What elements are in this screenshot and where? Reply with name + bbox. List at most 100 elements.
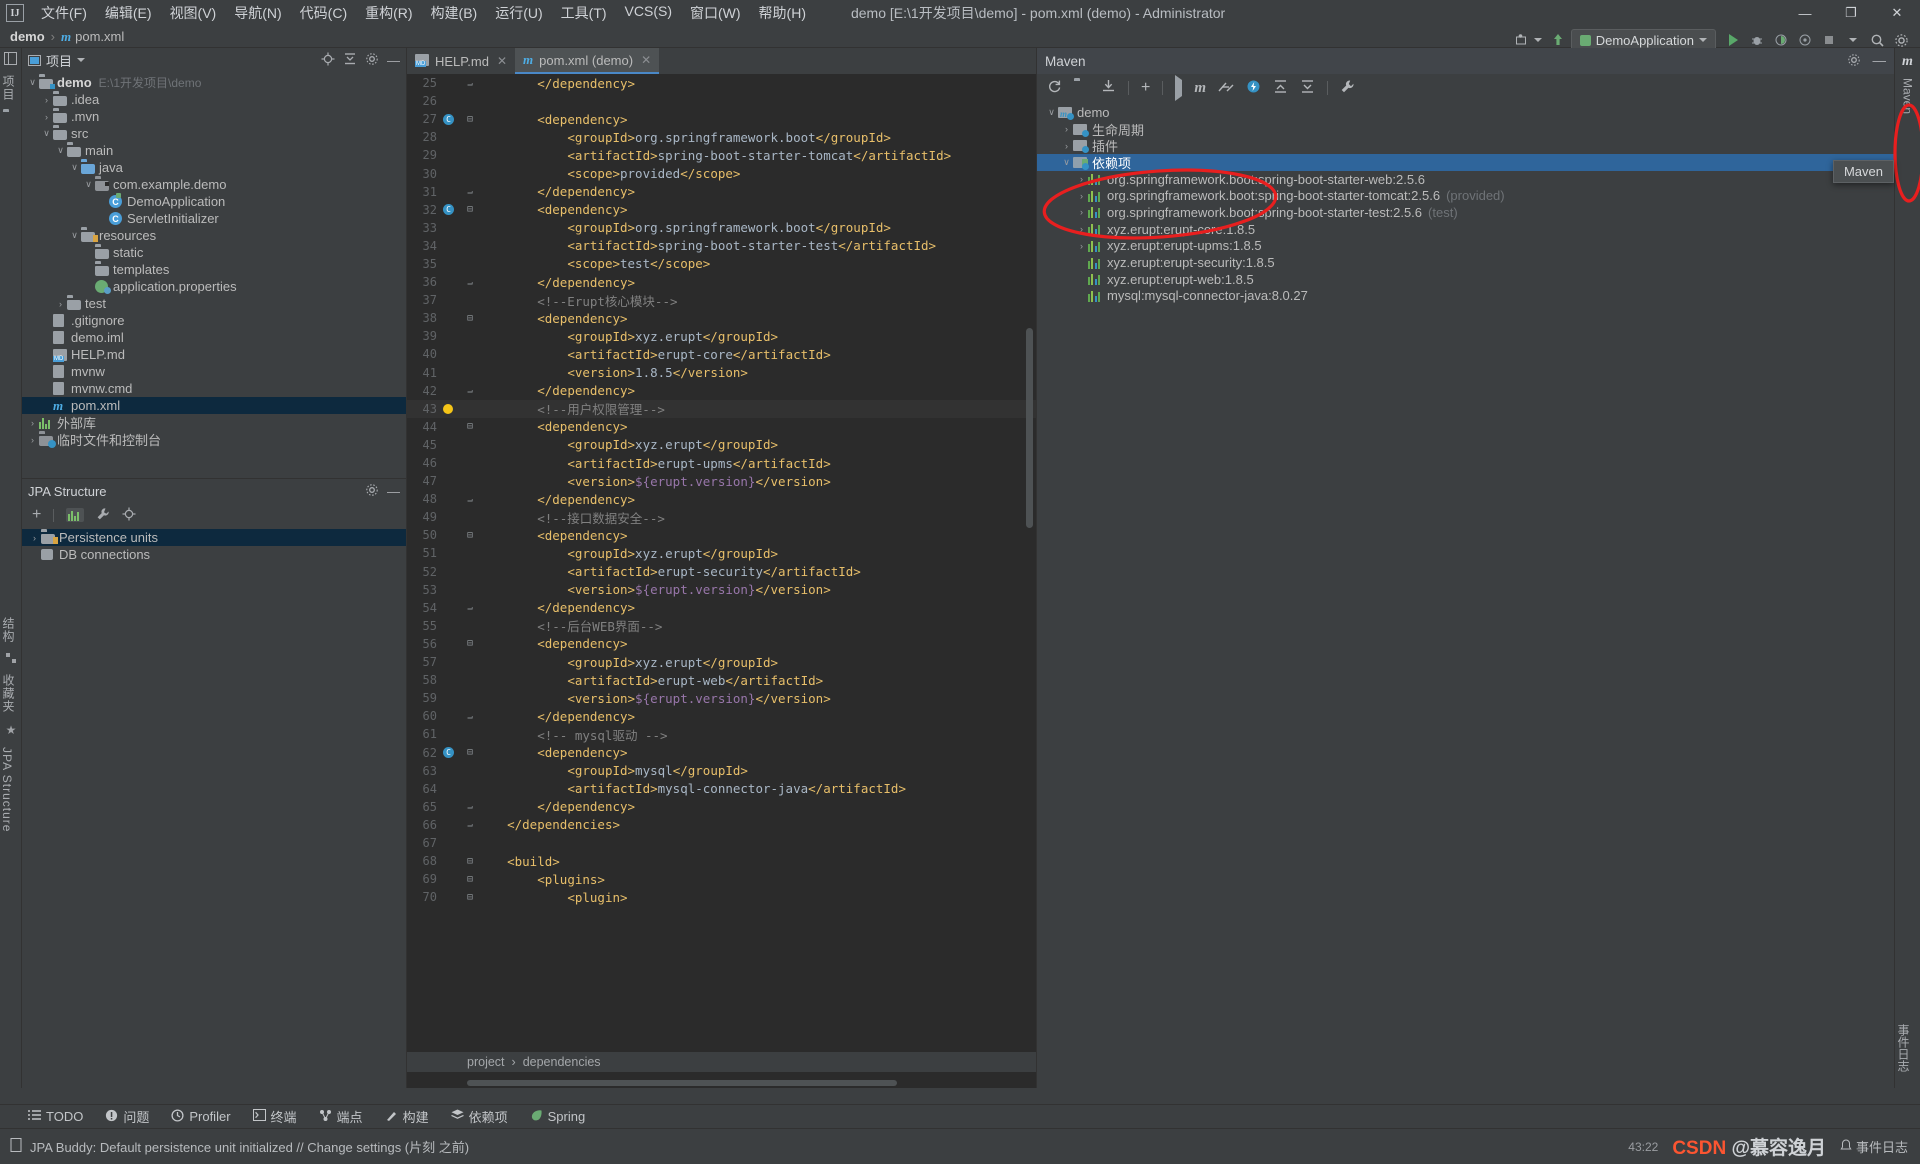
bottom-bar-item-6[interactable]: 依赖项 [450,1107,508,1126]
stripe-label-structure[interactable]: 结构 [0,611,17,649]
gutter-marks[interactable]: ⨼ [441,385,477,396]
close-tab-icon[interactable]: ✕ [641,53,651,67]
project-tree-item[interactable]: ∨ demo E:\1开发项目\demo [22,74,406,91]
chevron-right-icon[interactable]: › [1075,224,1088,234]
project-tree-item[interactable]: ›mpom.xml [22,397,406,414]
code-line[interactable]: 41 <version>1.8.5</version> [407,364,1036,382]
jpa-hide-panel-icon[interactable]: — [387,484,400,499]
bottom-bar-item-4[interactable]: 端点 [319,1107,363,1126]
maven-m-icon[interactable]: m [1194,80,1206,97]
code-line[interactable]: 69 ⊟ <plugins> [407,870,1036,888]
add-icon[interactable]: + [32,506,41,524]
code-line[interactable]: 59 <version>${erupt.version}</version> [407,689,1036,707]
code-line[interactable]: 53 <version>${erupt.version}</version> [407,581,1036,599]
menu-item-1[interactable]: 编辑(E) [96,0,161,26]
spring-bean-icon[interactable]: C [443,204,454,216]
download-sources-icon[interactable] [1101,79,1116,97]
maven-tree-item[interactable]: › org.springframework.boot:spring-boot-st… [1037,187,1894,204]
fold-end-icon[interactable]: ⨼ [467,277,473,288]
maven-tree-item[interactable]: ›xyz.erupt:erupt-security:1.8.5 [1037,254,1894,271]
gutter-marks[interactable]: ⨼ [441,78,477,89]
chevron-right-icon[interactable]: › [54,299,67,309]
jpa-settings-gear-icon[interactable] [365,483,379,500]
gutter-marks[interactable]: ⨼ [441,801,477,812]
fold-end-icon[interactable]: ⨼ [467,819,473,830]
code-line[interactable]: 40 <artifactId>erupt-core</artifactId> [407,345,1036,363]
code-line[interactable]: 68 ⊟ <build> [407,852,1036,870]
chevron-down-icon[interactable]: ∨ [82,179,95,190]
run-maven-goal-icon[interactable] [1175,75,1183,101]
chevron-right-icon[interactable]: › [26,435,39,445]
menu-item-9[interactable]: VCS(S) [616,0,681,26]
breadcrumb-project-element[interactable]: project [467,1055,505,1069]
gutter-marks[interactable]: ⨼ [441,819,477,830]
execute-maven-goal-icon[interactable] [1246,79,1261,97]
hide-panel-icon[interactable]: — [387,53,400,68]
code-line[interactable]: 51 <groupId>xyz.erupt</groupId> [407,544,1036,562]
editor-tab-0[interactable]: HELP.md ✕ [407,48,516,74]
chevron-down-icon[interactable]: ∨ [54,145,67,156]
project-tree-item[interactable]: › .idea [22,91,406,108]
project-tree-item[interactable]: ›mvnw [22,363,406,380]
maven-m-icon[interactable]: m [1902,54,1913,70]
project-tree-item[interactable]: ∨ java [22,159,406,176]
chevron-down-icon[interactable] [77,58,86,62]
menu-item-3[interactable]: 导航(N) [225,0,290,26]
gutter-marks[interactable]: ⨼ [441,494,477,505]
project-tree-item[interactable]: ›templates [22,261,406,278]
code-line[interactable]: 29 <artifactId>spring-boot-starter-tomca… [407,146,1036,164]
chevron-right-icon[interactable]: › [1060,141,1073,151]
maximize-button[interactable]: ❐ [1828,0,1874,26]
bottom-bar-item-5[interactable]: 构建 [385,1107,429,1126]
project-tree-item[interactable]: ›CDemoApplication [22,193,406,210]
maven-tree-item[interactable]: › org.springframework.boot:spring-boot-st… [1037,171,1894,188]
stripe-label-favorites[interactable]: 收藏夹 [0,668,17,719]
event-log-button[interactable]: 事件日志 [1840,1137,1908,1156]
code-line[interactable]: 38 ⊟ <dependency> [407,309,1036,327]
project-tree-item[interactable]: ›mvnw.cmd [22,380,406,397]
locate-file-icon[interactable] [321,52,335,69]
code-line[interactable]: 26 [407,92,1036,110]
project-view-icon[interactable] [0,48,21,69]
maven-tree-item[interactable]: › org.springframework.boot:spring-boot-st… [1037,204,1894,221]
code-line[interactable]: 50 ⊟ <dependency> [407,526,1036,544]
code-line[interactable]: 39 <groupId>xyz.erupt</groupId> [407,327,1036,345]
project-tree-item[interactable]: ∨ src [22,125,406,142]
code-line[interactable]: 65 ⨼ </dependency> [407,798,1036,816]
maven-tree-item[interactable]: ∨ 依赖项 [1037,154,1894,171]
code-line[interactable]: 42 ⨼ </dependency> [407,382,1036,400]
fold-collapse-icon[interactable]: ⊟ [467,114,473,125]
gutter-marks[interactable]: ⊟ [441,874,477,885]
code-line[interactable]: 64 <artifactId>mysql-connector-java</art… [407,780,1036,798]
code-editor[interactable]: 25 ⨼ </dependency> 26 27 C ⊟ <dependency> 28 <… [407,74,1036,914]
chevron-down-icon[interactable]: ∨ [40,128,53,139]
fold-collapse-icon[interactable]: ⊟ [467,892,473,903]
close-tab-icon[interactable]: ✕ [497,54,507,68]
add-maven-project-icon[interactable] [1074,80,1089,96]
editor-vertical-scrollbar[interactable] [1026,328,1033,528]
maven-tree-item[interactable]: ›mysql:mysql-connector-java:8.0.27 [1037,288,1894,305]
chevron-down-icon[interactable]: ∨ [68,230,81,241]
fold-collapse-icon[interactable]: ⊟ [467,530,473,541]
code-line[interactable]: 62 C ⊟ <dependency> [407,743,1036,761]
maven-settings-gear-icon[interactable] [1847,53,1861,70]
fold-collapse-icon[interactable]: ⊟ [467,638,473,649]
gutter-marks[interactable]: C ⊟ [441,747,477,759]
fold-end-icon[interactable]: ⨼ [467,385,473,396]
code-line[interactable]: 37 <!--Erupt核心模块--> [407,291,1036,309]
code-line[interactable]: 67 [407,834,1036,852]
spring-bean-icon[interactable]: C [443,747,454,759]
code-line[interactable]: 33 <groupId>org.springframework.boot</gr… [407,219,1036,237]
chevron-right-icon[interactable]: › [28,533,41,543]
stripe-label-jpa-structure[interactable]: JPA Structure [0,741,14,838]
maven-tree-item[interactable]: ∨ m demo [1037,104,1894,121]
gutter-marks[interactable] [441,403,477,414]
project-tree-item[interactable]: › .mvn [22,108,406,125]
bottom-bar-item-1[interactable]: 问题 [105,1107,149,1126]
chevron-right-icon[interactable]: › [1075,174,1088,184]
code-line[interactable]: 55 <!--后台WEB界面--> [407,617,1036,635]
code-line[interactable]: 63 <groupId>mysql</groupId> [407,762,1036,780]
code-line[interactable]: 61 <!-- mysql驱动 --> [407,725,1036,743]
project-tree-item[interactable]: ∨ resources [22,227,406,244]
chevron-right-icon[interactable]: › [1075,207,1088,217]
